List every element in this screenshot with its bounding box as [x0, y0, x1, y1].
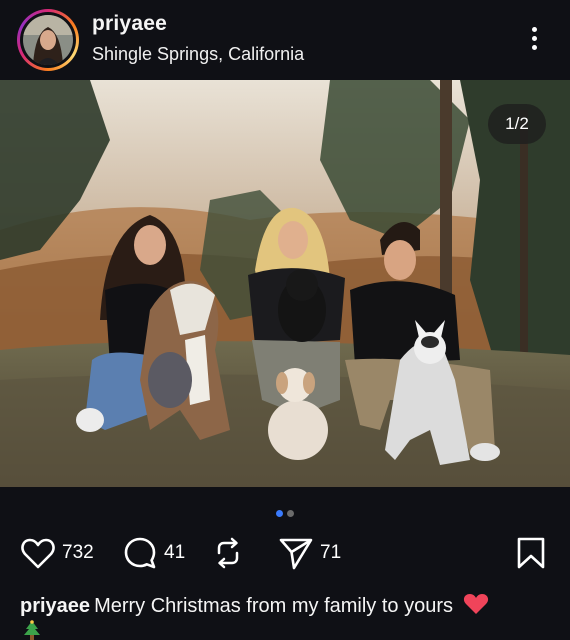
send-icon [279, 538, 313, 570]
repost-icon [217, 537, 239, 569]
comment-count[interactable]: 41 [164, 542, 185, 564]
pagination-dot[interactable] [287, 510, 294, 517]
post-location[interactable]: Shingle Springs, California [92, 44, 304, 65]
comment-icon [124, 537, 156, 569]
comment-button[interactable]: 41 [122, 530, 185, 576]
save-button[interactable] [514, 536, 548, 575]
action-bar: 732 41 71 [0, 530, 570, 576]
post-caption: priyaee Merry Christmas from my family to… [20, 592, 560, 618]
bookmark-icon [517, 537, 545, 569]
heart-icon [21, 538, 55, 569]
more-vertical-icon[interactable] [524, 24, 546, 54]
like-button[interactable]: 732 [20, 530, 94, 576]
post-username[interactable]: priyaee [92, 12, 167, 36]
pagination-dot-active[interactable] [276, 510, 283, 517]
christmas-tree-emoji [24, 620, 40, 640]
carousel-pagination [0, 504, 570, 517]
caption-username[interactable]: priyaee [20, 595, 90, 617]
share-count[interactable]: 71 [320, 542, 341, 564]
image-counter: 1/2 [488, 104, 546, 144]
like-count[interactable]: 732 [62, 542, 94, 564]
share-button[interactable]: 71 [278, 530, 341, 576]
story-ring[interactable] [17, 9, 79, 71]
caption-text: Merry Christmas from my family to yours [94, 595, 453, 617]
post-photo[interactable] [0, 80, 570, 487]
repost-button[interactable] [212, 530, 244, 576]
avatar[interactable] [23, 15, 73, 65]
post-header: priyaee Shingle Springs, California [0, 0, 570, 80]
red-heart-emoji [463, 594, 488, 614]
